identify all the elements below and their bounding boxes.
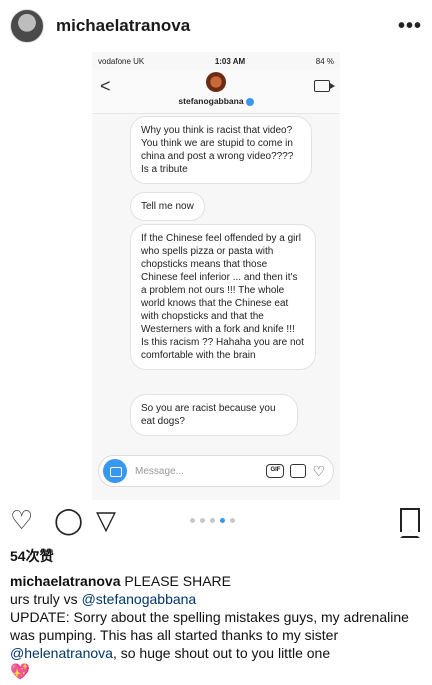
- carrier-label: vodafone UK: [98, 56, 145, 66]
- caption-text: UPDATE: Sorry about the spelling mistake…: [10, 609, 409, 643]
- verified-icon: [245, 97, 254, 106]
- carousel-indicator: [190, 518, 235, 523]
- message-input-bar: Message... GIF ♡: [98, 455, 334, 487]
- post-username[interactable]: michaelatranova: [56, 16, 398, 36]
- caption-update: UPDATE: Sorry about the spelling mistake…: [10, 608, 425, 662]
- carousel-dot: [200, 518, 205, 523]
- carousel-dot-active: [220, 518, 225, 523]
- more-options-icon[interactable]: •••: [398, 15, 422, 38]
- chat-avatar: [206, 72, 226, 92]
- heart-emoji: 💖: [10, 664, 30, 681]
- comment-icon[interactable]: ◯: [54, 505, 83, 535]
- message-input: Message...: [135, 465, 184, 477]
- camera-icon: [103, 459, 127, 483]
- caption: michaelatranova PLEASE SHARE urs truly v…: [10, 572, 425, 662]
- carousel-dot: [230, 518, 235, 523]
- status-time: 1:03 AM: [214, 56, 246, 66]
- caption-line-2: urs truly vs @stefanogabbana: [10, 590, 425, 608]
- video-call-icon: [314, 80, 335, 92]
- gif-icon: GIF: [266, 464, 285, 478]
- phone-status-bar: vodafone UK 1:03 AM 84 %: [92, 52, 340, 70]
- post-actions: ♡ ◯ ▽: [0, 505, 432, 538]
- post-image[interactable]: vodafone UK 1:03 AM 84 % < stefanogabban…: [92, 52, 340, 500]
- caption-line-1: michaelatranova PLEASE SHARE: [10, 572, 425, 590]
- share-icon[interactable]: ▽: [96, 505, 116, 535]
- like-heart-icon[interactable]: ♡: [10, 505, 33, 535]
- chat-name: stefanogabbana: [178, 96, 244, 106]
- caption-text: PLEASE SHARE: [124, 573, 231, 589]
- mention-link[interactable]: @helenatranova: [10, 645, 113, 661]
- bookmark-icon[interactable]: [400, 508, 420, 538]
- caption-text: , so huge shout out to you little one: [112, 645, 331, 661]
- chat-message: Tell me now: [130, 192, 205, 221]
- heart-icon: ♡: [312, 462, 325, 479]
- back-icon: <: [100, 76, 111, 96]
- chat-message: If the Chinese feel offended by a girl w…: [130, 224, 316, 370]
- likes-count[interactable]: 54次赞: [10, 546, 54, 566]
- mention-link[interactable]: @stefanogabbana: [82, 591, 197, 607]
- avatar[interactable]: [10, 9, 44, 43]
- chat-name-row: stefanogabbana: [92, 96, 340, 106]
- image-icon: [290, 464, 307, 478]
- caption-text: urs truly vs: [10, 591, 82, 607]
- chat-message: So you are racist because you eat dogs?: [130, 394, 298, 436]
- carousel-dot: [190, 518, 195, 523]
- carousel-dot: [210, 518, 215, 523]
- chat-header: < stefanogabbana: [92, 70, 340, 114]
- chat-message: Why you think is racist that video? You …: [130, 116, 312, 184]
- post-header: michaelatranova •••: [0, 0, 432, 52]
- battery-label: 84 %: [315, 56, 334, 66]
- caption-username[interactable]: michaelatranova: [10, 573, 121, 589]
